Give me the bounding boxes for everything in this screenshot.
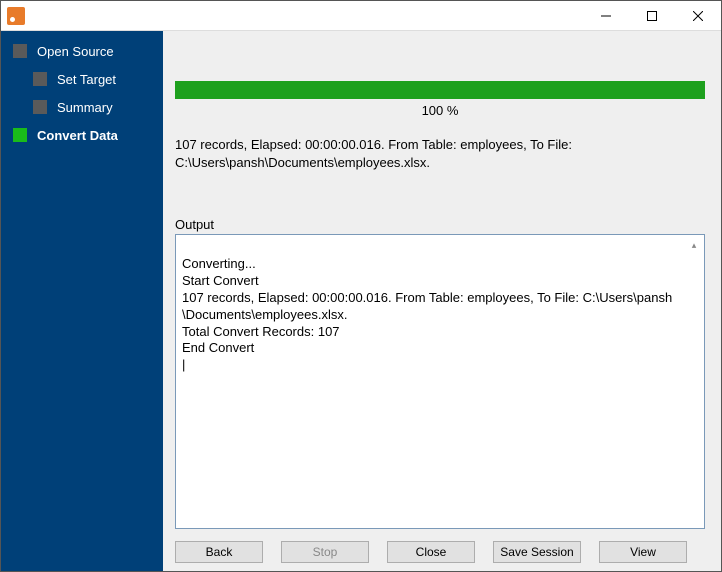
stop-button[interactable]: Stop [281, 541, 369, 563]
step-icon [33, 72, 47, 86]
sidebar-item-convert-data[interactable]: Convert Data [1, 121, 163, 149]
minimize-button[interactable] [583, 1, 629, 30]
output-label: Output [175, 217, 705, 232]
sidebar-item-label: Convert Data [37, 128, 118, 143]
content-pane: 100 % 107 records, Elapsed: 00:00:00.016… [163, 31, 721, 571]
progress-fill [175, 81, 705, 99]
progress-area: 100 % [175, 81, 705, 118]
maximize-icon [647, 11, 657, 21]
step-icon [13, 44, 27, 58]
body: Open Source Set Target Summary Convert D… [1, 31, 721, 571]
save-session-button[interactable]: Save Session [493, 541, 581, 563]
sidebar-item-label: Summary [57, 100, 113, 115]
back-button[interactable]: Back [175, 541, 263, 563]
view-button[interactable]: View [599, 541, 687, 563]
close-window-button[interactable] [675, 1, 721, 30]
output-textarea[interactable]: Converting... Start Convert 107 records,… [175, 234, 705, 529]
titlebar [1, 1, 721, 31]
step-icon [13, 128, 27, 142]
sidebar-item-set-target[interactable]: Set Target [1, 65, 163, 93]
sidebar-item-summary[interactable]: Summary [1, 93, 163, 121]
button-row: Back Stop Close Save Session View [163, 529, 721, 563]
wizard-sidebar: Open Source Set Target Summary Convert D… [1, 31, 163, 571]
minimize-icon [601, 11, 611, 21]
close-button[interactable]: Close [387, 541, 475, 563]
status-text: 107 records, Elapsed: 00:00:00.016. From… [175, 136, 705, 171]
progress-percent-label: 100 % [422, 103, 459, 118]
sidebar-item-open-source[interactable]: Open Source [1, 37, 163, 65]
sidebar-item-label: Set Target [57, 72, 116, 87]
output-content: Converting... Start Convert 107 records,… [182, 256, 672, 372]
sidebar-item-label: Open Source [37, 44, 114, 59]
step-icon [33, 100, 47, 114]
content-inner: 100 % 107 records, Elapsed: 00:00:00.016… [163, 31, 721, 529]
window-controls [583, 1, 721, 30]
close-icon [693, 11, 703, 21]
progress-bar [175, 81, 705, 99]
maximize-button[interactable] [629, 1, 675, 30]
scroll-up-icon: ▴ [686, 237, 702, 253]
app-icon [7, 7, 25, 25]
app-window: Open Source Set Target Summary Convert D… [0, 0, 722, 572]
